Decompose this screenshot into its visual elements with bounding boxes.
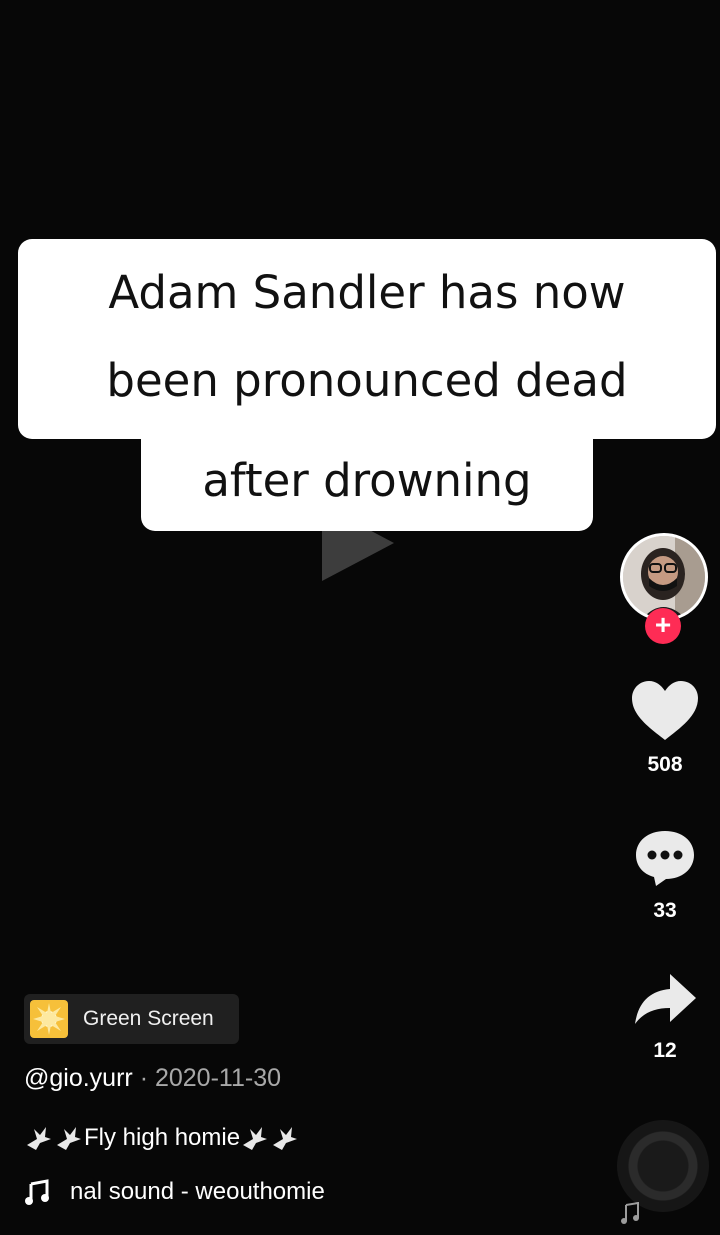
follow-button[interactable]: + xyxy=(645,608,681,644)
music-note-icon xyxy=(25,1179,49,1205)
comment-button[interactable]: 33 xyxy=(626,828,704,923)
author-line: @gio.yurr · 2020-11-30 xyxy=(24,1064,281,1093)
sound-link[interactable]: nal sound - weouthomie xyxy=(24,1178,325,1206)
dove-icon xyxy=(243,1127,268,1150)
comment-icon xyxy=(636,831,694,886)
music-disc[interactable] xyxy=(617,1120,709,1212)
caption-line-1: Adam Sandler has now xyxy=(108,266,626,319)
video-caption: Adam Sandler has now been pronounced dea… xyxy=(0,0,720,560)
green-screen-effect[interactable]: Green Screen xyxy=(24,994,239,1044)
music-note-icon xyxy=(621,1202,639,1224)
green-screen-effect-icon xyxy=(30,1000,68,1038)
dove-icon xyxy=(57,1127,81,1150)
caption-line-2: been pronounced dead xyxy=(106,354,628,407)
share-button[interactable]: 12 xyxy=(626,970,704,1063)
post-description: Fly high homie xyxy=(24,1123,300,1153)
sound-name: nal sound - weouthomie xyxy=(70,1178,325,1205)
caption-block-top: Adam Sandler has now been pronounced dea… xyxy=(18,239,716,439)
like-button[interactable]: 508 xyxy=(626,680,704,777)
share-arrow-icon xyxy=(635,974,696,1024)
author-username[interactable]: @gio.yurr xyxy=(24,1064,133,1092)
avatar-photo xyxy=(623,536,705,618)
play-icon[interactable] xyxy=(322,505,394,581)
dove-icon xyxy=(27,1127,51,1150)
description-text: Fly high homie xyxy=(84,1124,241,1151)
like-count: 508 xyxy=(647,753,683,776)
comment-count: 33 xyxy=(653,899,677,922)
heart-icon xyxy=(632,681,698,740)
share-count: 12 xyxy=(653,1039,677,1062)
effect-label: Green Screen xyxy=(83,1007,214,1030)
dove-icon xyxy=(273,1127,298,1150)
post-date: · 2020-11-30 xyxy=(139,1064,281,1092)
